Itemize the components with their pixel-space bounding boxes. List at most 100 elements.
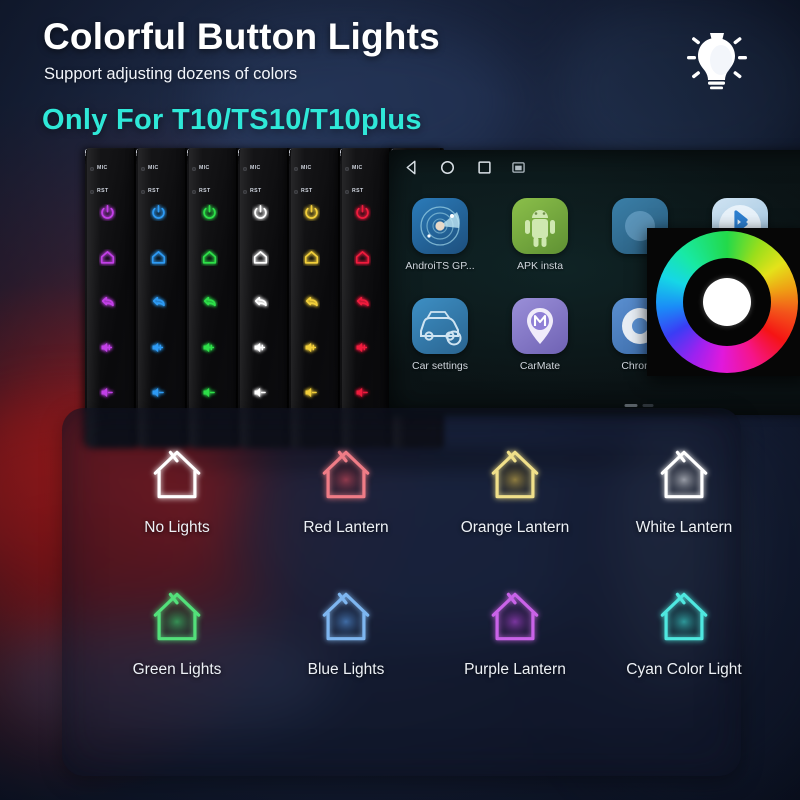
volume-up-icon[interactable]: [99, 339, 116, 356]
promo-image-root: Colorful Button Lights Support adjusting…: [0, 0, 800, 800]
back-icon[interactable]: [303, 294, 320, 311]
app-label: AndroiTS GP...: [405, 260, 475, 272]
page-subtitle: Support adjusting dozens of colors: [44, 65, 298, 83]
legend-item-orange-lantern[interactable]: Orange Lantern: [430, 436, 600, 537]
button-strip-2[interactable]: MIC RST: [136, 148, 189, 448]
back-icon[interactable]: [150, 294, 167, 311]
volume-down-icon[interactable]: [252, 384, 269, 401]
legend-item-purple-lantern[interactable]: Purple Lantern: [430, 578, 600, 679]
reset-hole[interactable]: [294, 190, 298, 194]
legend-item-white-lantern[interactable]: White Lantern: [599, 436, 769, 537]
button-strip-4[interactable]: MIC RST: [238, 148, 291, 448]
reset-hole[interactable]: [345, 190, 349, 194]
power-icon[interactable]: [201, 204, 218, 221]
nav-recents-icon[interactable]: [476, 159, 493, 176]
mic-label: MIC: [97, 165, 108, 171]
lantern-house-icon: [261, 436, 431, 508]
color-wheel-center-swatch[interactable]: [703, 278, 751, 326]
lantern-house-icon: [430, 578, 600, 650]
volume-down-icon[interactable]: [354, 384, 371, 401]
volume-down-icon[interactable]: [150, 384, 167, 401]
reset-label: RST: [148, 188, 160, 194]
reset-hole[interactable]: [192, 190, 196, 194]
app-carmate-icon[interactable]: CarMate: [501, 298, 579, 372]
button-strip-1[interactable]: MIC RST: [85, 148, 138, 448]
power-icon[interactable]: [150, 204, 167, 221]
power-icon[interactable]: [99, 204, 116, 221]
legend-item-label: White Lantern: [635, 519, 733, 536]
button-strip-6[interactable]: MIC RST: [340, 148, 393, 448]
back-icon[interactable]: [201, 294, 218, 311]
carmate-icon[interactable]: [512, 298, 568, 354]
reset-label: RST: [352, 188, 364, 194]
home-icon[interactable]: [354, 249, 371, 266]
mic-label: MIC: [250, 165, 261, 171]
reset-label: RST: [97, 188, 109, 194]
mic-label: MIC: [148, 165, 159, 171]
reset-hole[interactable]: [243, 190, 247, 194]
legend-item-no-lights[interactable]: No Lights: [92, 436, 262, 537]
color-wheel-picker[interactable]: [647, 228, 800, 376]
lantern-house-icon: [92, 578, 262, 650]
reset-label: RST: [301, 188, 313, 194]
mic-hole: [192, 167, 196, 171]
power-icon[interactable]: [303, 204, 320, 221]
volume-up-icon[interactable]: [252, 339, 269, 356]
volume-up-icon[interactable]: [303, 339, 320, 356]
compatibility-line: Only For T10/TS10/T10plus: [42, 104, 422, 136]
nav-home-icon[interactable]: [439, 159, 456, 176]
lantern-house-icon: [261, 578, 431, 650]
lantern-house-icon: [599, 436, 769, 508]
mic-hole: [141, 167, 145, 171]
volume-up-icon[interactable]: [150, 339, 167, 356]
legend-item-red-lantern[interactable]: Red Lantern: [261, 436, 431, 537]
lantern-house-icon: [430, 436, 600, 508]
mic-label: MIC: [352, 165, 363, 171]
home-page-indicator: [624, 404, 654, 407]
legend-item-green-lights[interactable]: Green Lights: [92, 578, 262, 679]
mic-hole: [90, 167, 94, 171]
back-icon[interactable]: [354, 294, 371, 311]
home-icon[interactable]: [303, 249, 320, 266]
home-icon[interactable]: [201, 249, 218, 266]
mic-label: MIC: [301, 165, 312, 171]
app-gps-app-icon[interactable]: AndroiTS GP...: [401, 198, 479, 272]
header: Colorful Button Lights Support adjusting…: [0, 0, 800, 150]
volume-down-icon[interactable]: [201, 384, 218, 401]
mic-hole: [243, 167, 247, 171]
legend-item-blue-lights[interactable]: Blue Lights: [261, 578, 431, 679]
app-car-settings-icon[interactable]: Car settings: [401, 298, 479, 372]
nav-back-icon[interactable]: [403, 159, 420, 176]
back-icon[interactable]: [252, 294, 269, 311]
android-navigation-bar: [389, 150, 800, 184]
gps-app-icon[interactable]: [412, 198, 468, 254]
home-icon[interactable]: [150, 249, 167, 266]
power-icon[interactable]: [354, 204, 371, 221]
light-bulb-icon: [686, 24, 748, 94]
volume-up-icon[interactable]: [354, 339, 371, 356]
power-icon[interactable]: [252, 204, 269, 221]
legend-item-label: Red Lantern: [303, 519, 389, 536]
home-icon[interactable]: [99, 249, 116, 266]
car-settings-icon[interactable]: [412, 298, 468, 354]
volume-down-icon[interactable]: [303, 384, 320, 401]
home-icon[interactable]: [252, 249, 269, 266]
legend-item-label: Purple Lantern: [464, 661, 566, 678]
back-icon[interactable]: [99, 294, 116, 311]
reset-label: RST: [250, 188, 262, 194]
mic-hole: [345, 167, 349, 171]
volume-down-icon[interactable]: [99, 384, 116, 401]
reset-hole[interactable]: [141, 190, 145, 194]
volume-up-icon[interactable]: [201, 339, 218, 356]
android-head-unit-screen[interactable]: AndroiTS GP...APK instaluetoothBoo Car s…: [389, 150, 800, 415]
app-label: APK insta: [516, 260, 564, 272]
app-apk-installer-icon[interactable]: APK insta: [501, 198, 579, 272]
nav-screenshot-icon[interactable]: [512, 161, 525, 174]
legend-item-label: No Lights: [144, 519, 210, 536]
reset-hole[interactable]: [90, 190, 94, 194]
legend-item-label: Blue Lights: [307, 661, 385, 678]
button-strip-5[interactable]: MIC RST: [289, 148, 342, 448]
legend-item-cyan-color-light[interactable]: Cyan Color Light: [599, 578, 769, 679]
button-strip-3[interactable]: MIC RST: [187, 148, 240, 448]
apk-installer-icon[interactable]: [512, 198, 568, 254]
